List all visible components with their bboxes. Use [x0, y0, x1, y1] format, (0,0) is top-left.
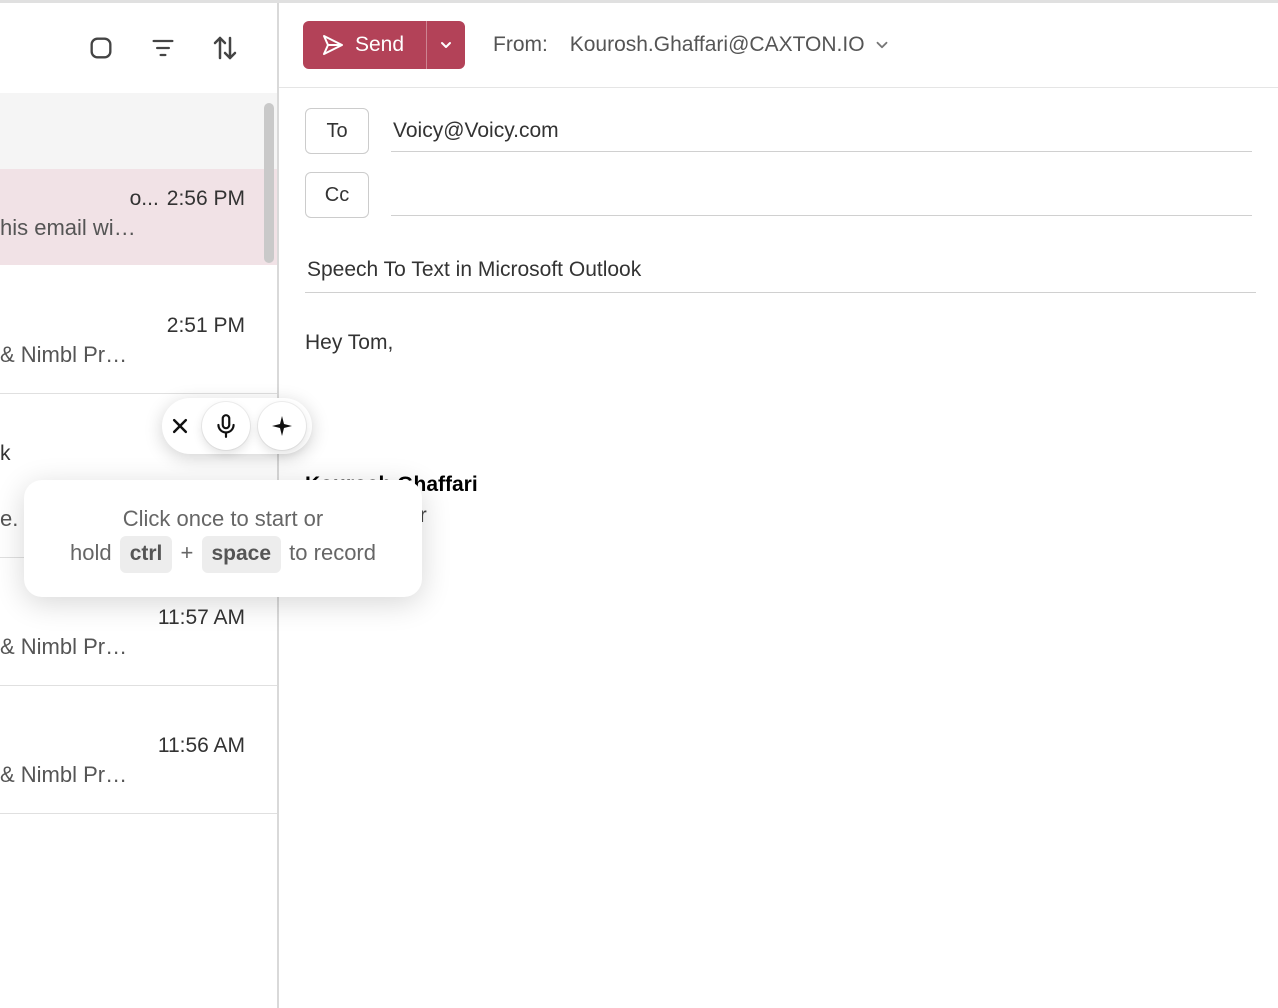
cc-button[interactable]: Cc: [305, 172, 369, 218]
send-options-button[interactable]: [426, 21, 465, 69]
send-button[interactable]: Send: [303, 21, 426, 69]
hint-line-1: Click once to start or: [38, 502, 408, 536]
compose-body[interactable]: Hey Tom, Kourosh Ghaffari under: [279, 293, 1278, 1008]
message-row[interactable]: o... 2:56 PM his email wi…: [0, 169, 277, 266]
chevron-down-icon: [438, 37, 454, 53]
message-preview: & Nimbl Pr…: [0, 762, 265, 788]
to-row: To: [305, 108, 1252, 154]
filter-icon[interactable]: [145, 30, 181, 66]
recipients-area: To Cc: [279, 88, 1278, 218]
sender-fragment: o...: [130, 187, 159, 211]
sort-icon[interactable]: [207, 30, 243, 66]
sparkle-button[interactable]: [258, 402, 306, 450]
signature-block: Kourosh Ghaffari under: [305, 469, 1252, 532]
microphone-button[interactable]: [202, 402, 250, 450]
message-preview: & Nimbl Pr…: [0, 342, 265, 368]
message-row[interactable]: 11:56 AM & Nimbl Pr…: [0, 685, 277, 813]
sender-fragment: k: [0, 442, 11, 466]
compose-pane: Send From: Kourosh.Ghaffari@CAXTON.IO: [279, 3, 1278, 1008]
voicy-widget: [162, 398, 312, 454]
from-label: From:: [493, 33, 548, 57]
row-divider: [0, 813, 277, 814]
message-time: 2:56 PM: [167, 187, 245, 211]
subject-row: [305, 248, 1252, 293]
list-header-spacer: [0, 93, 277, 169]
app-root: o... 2:56 PM his email wi… 2:51 PM & Nim…: [0, 0, 1278, 1008]
message-preview: his email wi…: [0, 215, 265, 241]
send-button-group: Send: [303, 21, 465, 69]
chevron-down-icon: [873, 36, 891, 54]
close-icon: [170, 416, 190, 436]
sparkle-icon: [270, 414, 294, 438]
cc-input[interactable]: [391, 175, 1252, 216]
record-hint-tooltip: Click once to start or hold ctrl + space…: [24, 480, 422, 597]
send-label: Send: [355, 33, 404, 57]
message-preview: & Nimbl Pr…: [0, 634, 265, 660]
to-button[interactable]: To: [305, 108, 369, 154]
hint-line-2: hold ctrl + space to record: [38, 536, 408, 573]
list-scrollbar-thumb[interactable]: [264, 103, 274, 263]
microphone-icon: [213, 413, 239, 439]
body-greeting: Hey Tom,: [305, 327, 1252, 359]
compose-header: Send From: Kourosh.Ghaffari@CAXTON.IO: [279, 3, 1278, 88]
message-time: 11:57 AM: [158, 606, 245, 630]
to-input[interactable]: [391, 111, 1252, 152]
cc-row: Cc: [305, 172, 1252, 218]
subject-input[interactable]: [305, 248, 1256, 293]
list-toolbar: [0, 3, 277, 93]
send-icon: [321, 33, 345, 57]
signature-title: under: [373, 500, 1252, 532]
from-selector[interactable]: From: Kourosh.Ghaffari@CAXTON.IO: [493, 33, 891, 57]
from-email: Kourosh.Ghaffari@CAXTON.IO: [570, 33, 865, 57]
message-time: 11:56 AM: [158, 734, 245, 758]
message-time: 2:51 PM: [167, 314, 245, 338]
unread-toggle-icon[interactable]: [83, 30, 119, 66]
kbd-ctrl: ctrl: [120, 536, 173, 573]
message-row[interactable]: 2:51 PM & Nimbl Pr…: [0, 266, 277, 393]
signature-name: Kourosh Ghaffari: [305, 469, 1252, 501]
voicy-pill: [162, 398, 312, 454]
voicy-close-button[interactable]: [166, 412, 194, 440]
kbd-space: space: [202, 536, 282, 573]
